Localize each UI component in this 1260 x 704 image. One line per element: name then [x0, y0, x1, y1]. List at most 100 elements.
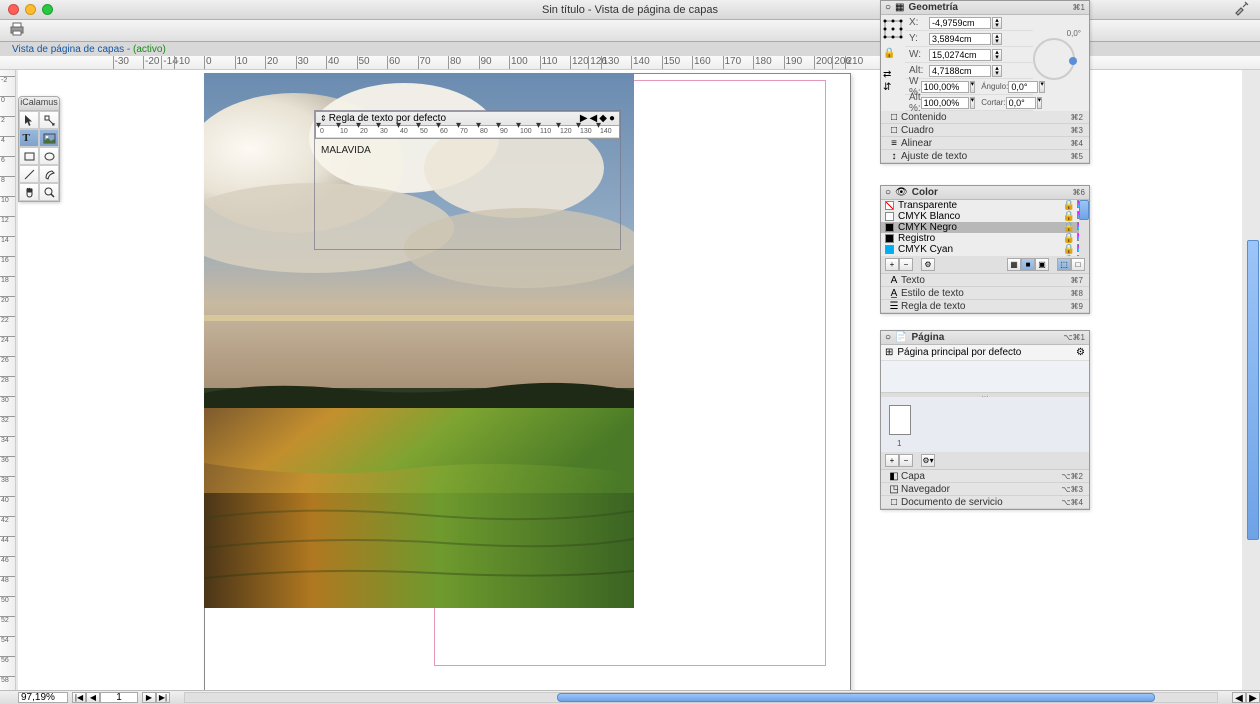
- document-tab[interactable]: Vista de página de capas - (activo): [8, 44, 170, 55]
- stepper[interactable]: ▾: [1039, 81, 1045, 93]
- page-thumbnails[interactable]: 1: [881, 397, 1089, 452]
- line-tool[interactable]: [19, 165, 39, 183]
- geometry-wpct-input[interactable]: [921, 81, 969, 93]
- first-page-button[interactable]: |◀: [72, 692, 86, 703]
- text-ruler-scale[interactable]: 0▾10▾20▾30▾40▾50▾60▾70▾80▾90▾100▾110▾120…: [316, 125, 619, 137]
- color-swatch-row[interactable]: CMYK Magenta🔒: [881, 255, 1089, 256]
- color-opts-button[interactable]: ⚙: [921, 258, 935, 271]
- page-1-thumb[interactable]: [889, 405, 911, 435]
- panel-close-icon[interactable]: ○: [885, 332, 891, 343]
- next-page-button[interactable]: ▶: [142, 692, 156, 703]
- master-opts-icon[interactable]: ⚙: [1076, 347, 1085, 358]
- color-toolbar: +− ⚙ ▦■▣ ⬚□: [881, 256, 1089, 274]
- page-opts-button[interactable]: ⚙▾: [921, 454, 935, 467]
- add-page-button[interactable]: +: [885, 454, 899, 467]
- scroll-left-button[interactable]: ◀: [1232, 692, 1246, 703]
- direct-select-tool[interactable]: [39, 111, 59, 129]
- page-subpanel[interactable]: □Documento de servicio⌥⌘4: [881, 496, 1089, 509]
- page-number-label: 1: [897, 439, 1085, 448]
- lock-icon[interactable]: 🔒: [883, 48, 903, 59]
- geometry-subpanel[interactable]: ≡Alinear⌘4: [881, 137, 1089, 150]
- color-swatch-row[interactable]: Transparente🔒: [881, 200, 1089, 211]
- vertical-ruler[interactable]: -202468101214161820222426283032343638404…: [0, 70, 16, 690]
- color-scrollbar-thumb[interactable]: [1079, 200, 1089, 220]
- flip-v-icon[interactable]: ⇵: [883, 82, 903, 93]
- panel-close-icon[interactable]: ○: [885, 187, 891, 198]
- stepper[interactable]: ▾: [1037, 97, 1043, 109]
- color-swatch-row[interactable]: CMYK Cyan🔒: [881, 244, 1089, 255]
- text-frame[interactable]: ⇕ Regla de texto por defecto ▶◀◆● 0▾10▾2…: [314, 110, 621, 250]
- fill-mode-2[interactable]: ■: [1021, 258, 1035, 271]
- stepper[interactable]: ▴▾: [992, 33, 1002, 45]
- geometry-x-input[interactable]: [929, 17, 991, 29]
- color-swatch-row[interactable]: Registro🔒: [881, 233, 1089, 244]
- stepper[interactable]: ▴▾: [992, 49, 1002, 61]
- text-frame-content[interactable]: MALAVIDA: [315, 141, 620, 160]
- geometry-shear-input[interactable]: [1006, 97, 1036, 109]
- color-shortcut: ⌘6: [1073, 188, 1085, 197]
- geometry-shortcut: ⌘1: [1073, 3, 1085, 12]
- last-page-button[interactable]: ▶|: [156, 692, 170, 703]
- ellipse-tool[interactable]: [39, 147, 59, 165]
- selection-tool[interactable]: [19, 111, 39, 129]
- add-color-button[interactable]: +: [885, 258, 899, 271]
- text-subpanel[interactable]: A̲Estilo de texto⌘8: [881, 287, 1089, 300]
- page-panel[interactable]: ○ 📄 Página ⌥⌘1 ⊞ Página principal por de…: [880, 330, 1090, 510]
- stroke-mode-2[interactable]: □: [1071, 258, 1085, 271]
- flip-h-icon[interactable]: ⇄: [883, 69, 903, 80]
- horizontal-scrollbar[interactable]: [184, 692, 1218, 703]
- remove-page-button[interactable]: −: [899, 454, 913, 467]
- geometry-panel[interactable]: ○ ▦ Geometría ⌘1 🔒 ⇄ ⇵ X:▴▾ Y:▴▾ W:▴▾ Al…: [880, 0, 1090, 164]
- stepper[interactable]: ▾: [970, 81, 976, 93]
- geometry-subpanel[interactable]: ↕Ajuste de texto⌘5: [881, 150, 1089, 163]
- prev-page-button[interactable]: ◀: [86, 692, 100, 703]
- print-button[interactable]: [8, 21, 26, 40]
- color-swatch-row[interactable]: CMYK Negro🔒: [881, 222, 1089, 233]
- text-tool[interactable]: T: [19, 129, 39, 147]
- geometry-h-input[interactable]: [929, 65, 991, 77]
- panel-close-icon[interactable]: ○: [885, 2, 891, 13]
- master-page-label[interactable]: Página principal por defecto: [897, 347, 1076, 358]
- image-tool[interactable]: [39, 129, 59, 147]
- zoom-input[interactable]: [18, 692, 68, 703]
- vertical-scrollbar-thumb[interactable]: [1247, 240, 1259, 540]
- geometry-hpct-input[interactable]: [921, 97, 969, 109]
- geometry-w-input[interactable]: [929, 49, 991, 61]
- vertical-scrollbar[interactable]: [1246, 70, 1260, 690]
- rotation-dial[interactable]: 0,0°: [1033, 29, 1081, 77]
- anchor-point-grid[interactable]: [883, 19, 903, 39]
- page-icon: 📄: [895, 332, 907, 343]
- tool-palette[interactable]: iCalamus T: [18, 96, 60, 202]
- page-subpanel[interactable]: ◧Capa⌥⌘2: [881, 470, 1089, 483]
- eye-icon: 👁: [895, 187, 908, 198]
- geometry-subpanel[interactable]: □Cuadro⌘3: [881, 124, 1089, 137]
- page-panel-title: Página: [912, 332, 1064, 343]
- color-scrollbar[interactable]: [1079, 200, 1089, 256]
- text-ruler-panel[interactable]: ⇕ Regla de texto por defecto ▶◀◆● 0▾10▾2…: [315, 111, 620, 139]
- stepper[interactable]: ▾: [970, 97, 976, 109]
- horizontal-scrollbar-thumb[interactable]: [557, 693, 1156, 702]
- fill-mode-1[interactable]: ▦: [1007, 258, 1021, 271]
- zoom-tool[interactable]: [39, 183, 59, 201]
- scroll-right-button[interactable]: ▶: [1246, 692, 1260, 703]
- hand-tool[interactable]: [19, 183, 39, 201]
- text-subpanel[interactable]: ATexto⌘7: [881, 274, 1089, 287]
- stroke-mode-1[interactable]: ⬚: [1057, 258, 1071, 271]
- stepper[interactable]: ▴▾: [992, 65, 1002, 77]
- rectangle-tool[interactable]: [19, 147, 39, 165]
- geometry-panel-title: Geometría: [909, 2, 1073, 13]
- text-subpanel[interactable]: ☰Regla de texto⌘9: [881, 300, 1089, 313]
- pen-tool[interactable]: [39, 165, 59, 183]
- fill-mode-3[interactable]: ▣: [1035, 258, 1049, 271]
- color-swatch-row[interactable]: CMYK Blanco🔒: [881, 211, 1089, 222]
- master-preview[interactable]: [881, 361, 1089, 393]
- color-panel[interactable]: ○ 👁 Color ⌘6 Transparente🔒CMYK Blanco🔒CM…: [880, 185, 1090, 314]
- remove-color-button[interactable]: −: [899, 258, 913, 271]
- page-number-input[interactable]: [100, 692, 138, 703]
- stepper[interactable]: ▴▾: [992, 17, 1002, 29]
- geometry-y-input[interactable]: [929, 33, 991, 45]
- geometry-angle-input[interactable]: [1008, 81, 1038, 93]
- frame-icon: ▦: [895, 2, 904, 13]
- document-tab-label: Vista de página de capas -: [12, 44, 133, 55]
- page-subpanel[interactable]: ◳Navegador⌥⌘3: [881, 483, 1089, 496]
